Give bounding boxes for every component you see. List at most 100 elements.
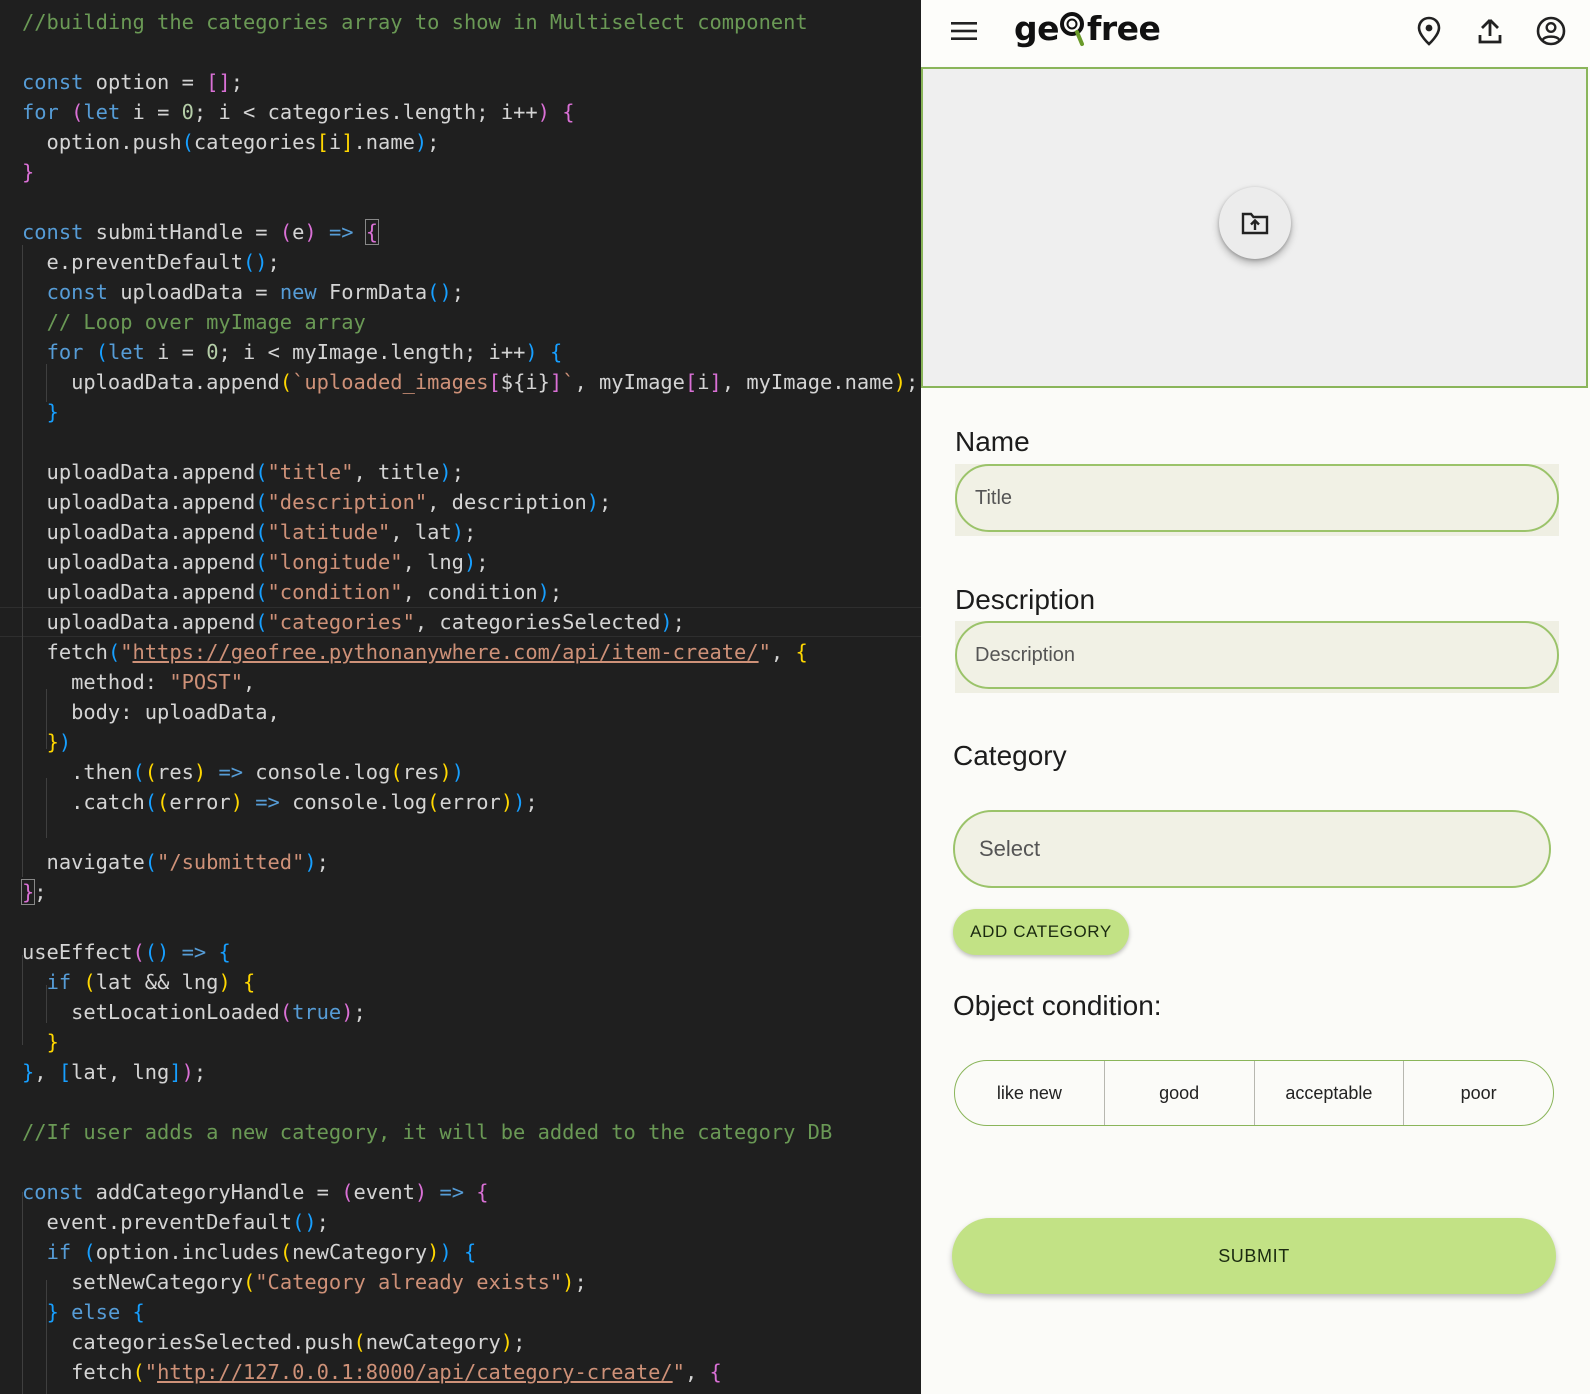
- code-line: if (option.includes(newCategory)) {: [22, 1237, 477, 1267]
- code-token: ;: [267, 250, 280, 274]
- code-token: ;: [451, 460, 464, 484]
- condition-poor-button[interactable]: poor: [1404, 1061, 1553, 1125]
- code-line: const uploadData = new FormData();: [22, 277, 464, 307]
- code-token: ): [181, 1060, 194, 1084]
- code-line: const addCategoryHandle = (event) => {: [22, 1177, 489, 1207]
- folder-upload-button[interactable]: [1219, 187, 1291, 259]
- code-token: ]: [709, 370, 722, 394]
- account-circle-icon[interactable]: [1531, 11, 1571, 51]
- code-token: ): [562, 1270, 575, 1294]
- code-token: "latitude": [267, 520, 391, 544]
- code-token: ): [525, 340, 538, 364]
- code-token: option.push: [22, 130, 182, 154]
- code-token: uploadData.append: [22, 610, 256, 634]
- image-upload-area[interactable]: [921, 67, 1588, 388]
- condition-good-button[interactable]: good: [1105, 1061, 1255, 1125]
- code-editor[interactable]: //building the categories array to show …: [0, 0, 921, 1394]
- code-token: (): [242, 250, 268, 274]
- geofree-logo[interactable]: ge free: [1014, 6, 1161, 50]
- code-token: (: [132, 940, 145, 964]
- code-token: , categoriesSelected: [414, 610, 661, 634]
- code-token: event.preventDefault: [22, 1210, 293, 1234]
- submit-button[interactable]: SUBMIT: [952, 1218, 1556, 1294]
- code-token: (: [144, 850, 158, 874]
- code-token: ): [463, 550, 477, 574]
- code-line: const submitHandle = (e) => {: [22, 217, 380, 247]
- code-line: }, [lat, lng]);: [22, 1057, 206, 1087]
- code-token: ): [427, 1240, 440, 1264]
- code-token: (: [279, 1240, 293, 1264]
- code-token: ;: [193, 1060, 207, 1084]
- code-token: uploadData.append: [22, 460, 256, 484]
- object-condition-label: Object condition:: [953, 990, 1162, 1021]
- code-token: uploadData.append: [22, 520, 256, 544]
- code-line: uploadData.append("categories", categori…: [22, 607, 685, 637]
- code-token: let: [83, 100, 121, 124]
- condition-like-new-button[interactable]: like new: [955, 1061, 1105, 1125]
- code-token: ): [304, 850, 317, 874]
- upload-icon[interactable]: [1470, 11, 1510, 51]
- code-token: ): [451, 520, 464, 544]
- code-line: //building the categories array to show …: [22, 7, 808, 37]
- code-line: categoriesSelected.push(newCategory);: [22, 1327, 525, 1357]
- code-line: for (let i = 0; i < categories.length; i…: [22, 97, 575, 127]
- description-label: Description: [955, 584, 1096, 615]
- code-token: {: [464, 1240, 477, 1264]
- code-token: lat, lng: [71, 1060, 170, 1084]
- code-token: ": [144, 1360, 158, 1384]
- code-token: ): [586, 490, 599, 514]
- code-line: } else {: [22, 1297, 145, 1327]
- code-token: ;: [316, 850, 329, 874]
- code-token: , condition: [402, 580, 538, 604]
- code-token: (: [255, 580, 268, 604]
- code-token: fetch: [22, 640, 108, 664]
- code-token: ): [414, 1180, 428, 1204]
- code-token: ,: [243, 670, 256, 694]
- menu-icon[interactable]: [944, 11, 984, 51]
- code-token: ;: [353, 1000, 366, 1024]
- code-token: (: [255, 550, 268, 574]
- code-token: ): [193, 760, 207, 784]
- code-token: (: [132, 1360, 145, 1384]
- code-token: ): [230, 790, 243, 814]
- code-line: method: "POST",: [22, 667, 255, 697]
- code-token: {: [795, 640, 808, 664]
- code-token: ;: [34, 880, 47, 904]
- code-token: (: [255, 520, 268, 544]
- code-token: , myImage: [574, 370, 685, 394]
- category-multiselect[interactable]: Select: [953, 810, 1551, 888]
- condition-acceptable-button[interactable]: acceptable: [1255, 1061, 1405, 1125]
- code-token: =>: [218, 760, 244, 784]
- code-token: e.preventDefault: [22, 250, 243, 274]
- code-token: ): [218, 970, 231, 994]
- code-line: e.preventDefault();: [22, 247, 280, 277]
- code-token: (: [390, 760, 403, 784]
- code-token: (: [279, 1000, 293, 1024]
- code-line: }: [22, 397, 59, 427]
- code-token: ;: [525, 790, 538, 814]
- code-token: uploadData.append: [22, 550, 256, 574]
- code-token: ;: [476, 550, 489, 574]
- code-token: ): [341, 1000, 354, 1024]
- code-token: uploadData.append: [22, 580, 256, 604]
- description-input[interactable]: [955, 621, 1559, 689]
- code-token: ;: [316, 1210, 329, 1234]
- code-token: ;: [672, 610, 685, 634]
- code-token: "categories": [267, 610, 415, 634]
- code-line: uploadData.append("longitude", lng);: [22, 547, 489, 577]
- location-pin-icon[interactable]: [1409, 11, 1449, 51]
- code-token: ]: [341, 130, 354, 154]
- code-token: ": [120, 640, 133, 664]
- code-token: , myImage.name: [721, 370, 894, 394]
- add-category-button[interactable]: ADD CATEGORY: [953, 909, 1129, 955]
- code-token: fetch: [22, 1360, 133, 1384]
- code-token: ): [451, 760, 465, 784]
- code-line: event.preventDefault();: [22, 1207, 329, 1237]
- code-token: ": [672, 1360, 685, 1384]
- title-input[interactable]: [955, 464, 1559, 532]
